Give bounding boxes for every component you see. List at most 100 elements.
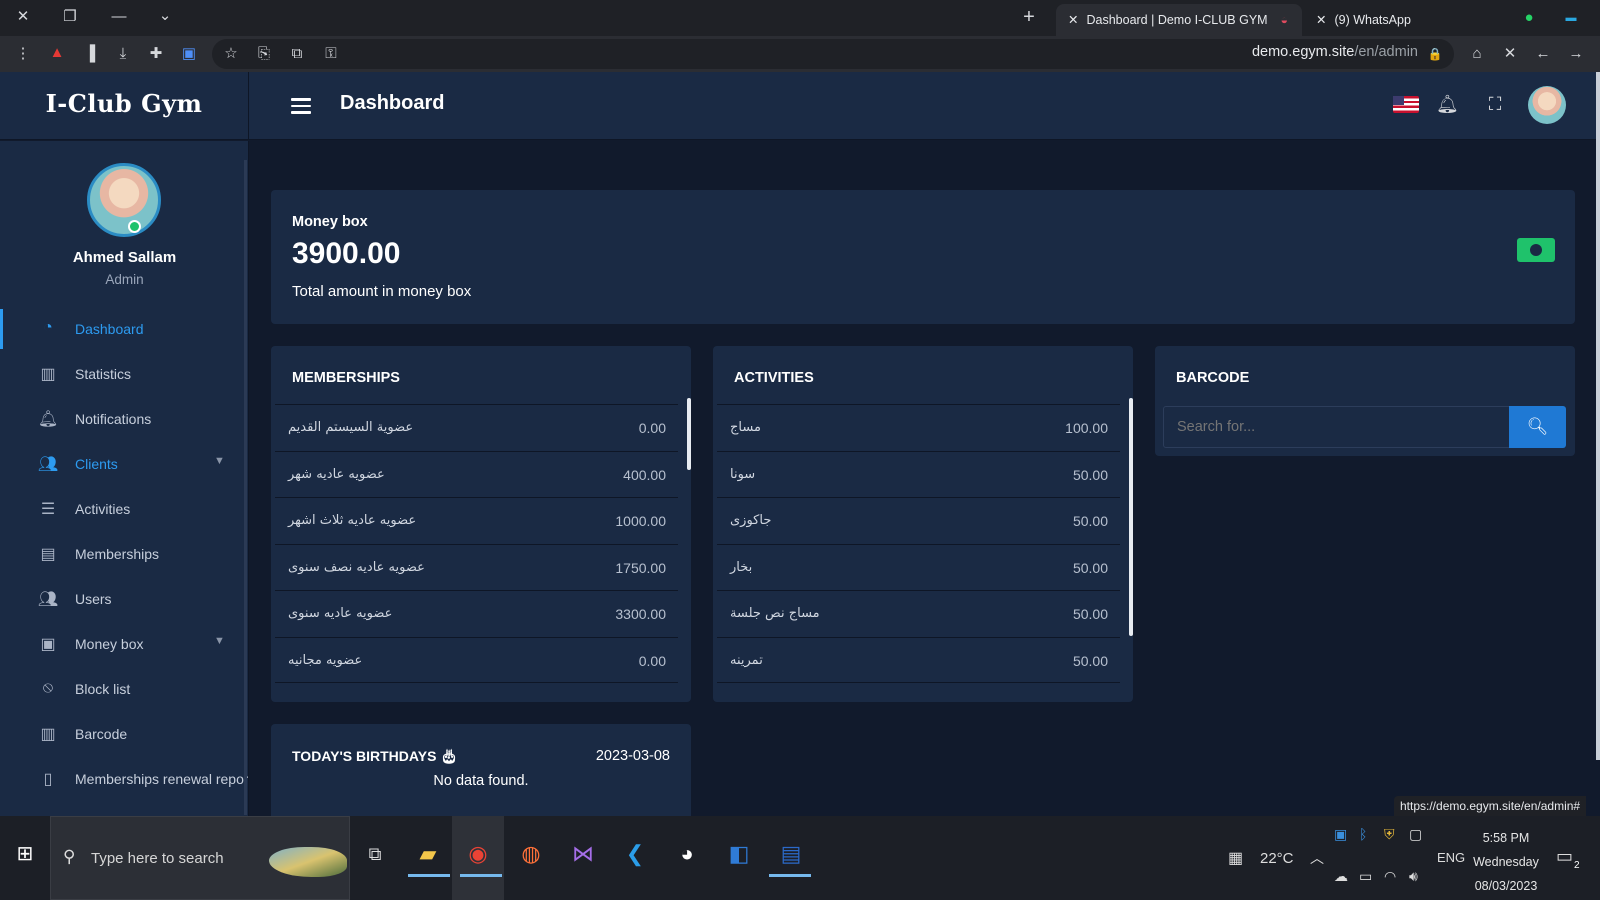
tray-app-icon[interactable]: ▣: [1334, 826, 1347, 843]
sidebar-item-statistics[interactable]: ▥ Statistics: [0, 354, 248, 394]
sidebar-item-users[interactable]: 👥︎ Users: [0, 579, 248, 619]
address-url[interactable]: demo.egym.site/en/admin: [1252, 44, 1418, 60]
whatsapp-icon[interactable]: ●: [1518, 8, 1540, 28]
security-shield-icon[interactable]: ⛨: [1384, 826, 1395, 843]
new-tab-icon[interactable]: +: [1018, 7, 1040, 27]
search-icon: ⚲: [63, 847, 76, 866]
task-view-icon[interactable]: ⧉: [355, 834, 395, 874]
tab-list-chevron-icon[interactable]: ⌄: [154, 6, 176, 26]
app-icon[interactable]: ◕: [667, 834, 707, 874]
password-key-icon[interactable]: ⚿: [320, 44, 342, 64]
firefox-icon[interactable]: ◍: [511, 834, 551, 874]
weather-temp[interactable]: 22°C: [1260, 850, 1294, 867]
restore-window-icon[interactable]: ❐: [59, 7, 81, 27]
sidebar-item-money-box[interactable]: ▣ Money box ▼: [0, 624, 248, 664]
barcode-search-input[interactable]: [1163, 406, 1517, 448]
close-tab-icon[interactable]: ✕: [1316, 13, 1326, 27]
brand-logo[interactable]: I-Club Gym: [0, 72, 249, 140]
minimize-window-icon[interactable]: —: [108, 7, 130, 27]
memberships-card: MEMBERSHIPS عضوية السيستم القديم 0.00 عضو…: [271, 346, 691, 702]
bookmark-star-icon[interactable]: ☆: [220, 44, 242, 64]
bluetooth-icon[interactable]: ᛒ: [1359, 826, 1367, 842]
hamburger-menu-icon[interactable]: [291, 98, 311, 118]
home-icon[interactable]: ⌂: [1466, 44, 1488, 64]
sidebar-item-block-list[interactable]: ⦸ Block list: [0, 669, 248, 709]
memberships-scrollbar[interactable]: [687, 398, 691, 470]
word-icon[interactable]: ▤: [771, 834, 811, 874]
close-tab-icon[interactable]: ✕: [1068, 13, 1078, 27]
table-row[interactable]: تمرينه 50.00: [717, 636, 1120, 683]
device-icon[interactable]: ▢: [1409, 826, 1422, 843]
download-icon[interactable]: ⤓: [112, 44, 134, 64]
taskbar-search-placeholder: Type here to search: [91, 850, 224, 867]
fullscreen-icon[interactable]: ⛶: [1484, 94, 1506, 114]
clock-day: Wednesday: [1473, 855, 1539, 869]
sidebar-item-dashboard[interactable]: ◔ Dashboard: [0, 309, 248, 349]
language-indicator[interactable]: ENG: [1437, 850, 1465, 865]
stop-icon[interactable]: ✕: [1499, 44, 1521, 64]
close-window-icon[interactable]: ✕: [12, 7, 34, 27]
windows-start-icon[interactable]: ⊞: [5, 834, 45, 874]
onedrive-error-icon[interactable]: ☁: [1334, 868, 1348, 885]
user-name: Ahmed Sallam: [72, 249, 177, 266]
sidebar-item-memberships-renewal-report[interactable]: ▯ Memberships renewal repor: [0, 759, 248, 799]
table-row[interactable]: عضويه عاديه سنوى 3300.00: [275, 590, 678, 637]
sidebar-item-label: Statistics: [75, 366, 132, 382]
vscode-icon[interactable]: ❮: [615, 834, 655, 874]
notification-center-icon[interactable]: ▭: [1556, 846, 1573, 867]
menu-dots-icon[interactable]: ⋮: [12, 44, 34, 64]
outlook-icon[interactable]: ◧: [719, 834, 759, 874]
chrome-icon[interactable]: ◉: [458, 834, 498, 874]
table-row[interactable]: عضوية السيستم القديم 0.00: [275, 404, 678, 451]
table-row[interactable]: بخار 50.00: [717, 543, 1120, 591]
money-box-title: Money box: [292, 214, 368, 230]
us-flag-icon[interactable]: [1393, 96, 1419, 113]
row-value: 50.00: [1072, 652, 1108, 669]
search-button[interactable]: 🔍︎: [1509, 406, 1566, 448]
sidebar-panel-icon[interactable]: ▐: [79, 44, 101, 64]
battery-icon[interactable]: ▭: [1359, 868, 1372, 885]
table-row[interactable]: عضويه مجانيه 0.00: [275, 636, 678, 683]
table-row[interactable]: مساج نص جلسة 50.00: [717, 590, 1120, 637]
app-header: I-Club Gym Dashboard 🔔︎ ⛶: [0, 72, 1600, 140]
sidebar-item-clients[interactable]: 👥︎ Clients ▼: [0, 444, 248, 484]
table-row[interactable]: عضويه عاديه نصف سنوى 1750.00: [275, 543, 678, 591]
sidebar-item-barcode[interactable]: ▥ Barcode: [0, 714, 248, 754]
money-icon: ▣: [40, 636, 56, 653]
table-row[interactable]: سونا 50.00: [717, 450, 1120, 498]
file-explorer-icon[interactable]: ▰: [408, 834, 448, 874]
extension-badge-icon[interactable]: ▬: [1560, 8, 1582, 28]
table-row[interactable]: عضويه عاديه شهر 400.00: [275, 450, 678, 498]
visual-studio-icon[interactable]: ⋈: [563, 834, 603, 874]
tab-dashboard-label: Dashboard | Demo I-CLUB GYM: [1086, 13, 1268, 27]
share-icon[interactable]: ⎘: [253, 44, 275, 64]
tab-whatsapp[interactable]: ✕ (9) WhatsApp: [1304, 4, 1494, 36]
memberships-title: MEMBERSHIPS: [292, 370, 400, 386]
volume-icon[interactable]: 🔊︎: [1409, 868, 1418, 885]
adblock-icon[interactable]: ▲: [46, 43, 68, 63]
table-row[interactable]: مساج 100.00: [717, 404, 1120, 451]
taskbar-search-box[interactable]: ⚲ Type here to search: [50, 816, 350, 900]
extensions-icon[interactable]: ✚: [145, 44, 167, 64]
bell-icon[interactable]: 🔔︎: [1436, 94, 1459, 114]
lock-icon[interactable]: 🔒: [1424, 44, 1446, 64]
sidebar-item-memberships[interactable]: ▤ Memberships: [0, 534, 248, 574]
header-avatar[interactable]: [1528, 86, 1566, 124]
page-scrollbar[interactable]: [1596, 72, 1600, 760]
sidebar-item-activities[interactable]: ☰ Activities: [0, 489, 248, 529]
activities-scrollbar[interactable]: [1129, 398, 1133, 636]
table-row[interactable]: عضويه عاديه ثلاث اشهر 1000.00: [275, 497, 678, 544]
sidebar-scrollbar[interactable]: [244, 160, 247, 815]
weather-icon[interactable]: ▦: [1228, 848, 1243, 868]
wifi-icon[interactable]: ◠: [1384, 868, 1396, 885]
back-icon[interactable]: ←: [1532, 44, 1554, 64]
tab-dashboard[interactable]: ✕ Dashboard | Demo I-CLUB GYM ◒: [1056, 4, 1302, 36]
translate-icon[interactable]: ▣: [178, 44, 200, 64]
sidebar-item-notifications[interactable]: 🔔︎ Notifications: [0, 399, 248, 439]
forward-icon[interactable]: →: [1565, 44, 1587, 64]
table-row[interactable]: جاكوزى 50.00: [717, 497, 1120, 544]
chevron-up-icon[interactable]: ︿: [1310, 848, 1324, 868]
clock[interactable]: 5:58 PM Wednesday 08/03/2023: [1470, 826, 1542, 898]
screenshot-icon[interactable]: ⧉: [286, 44, 308, 64]
row-name: سونا: [730, 466, 756, 482]
